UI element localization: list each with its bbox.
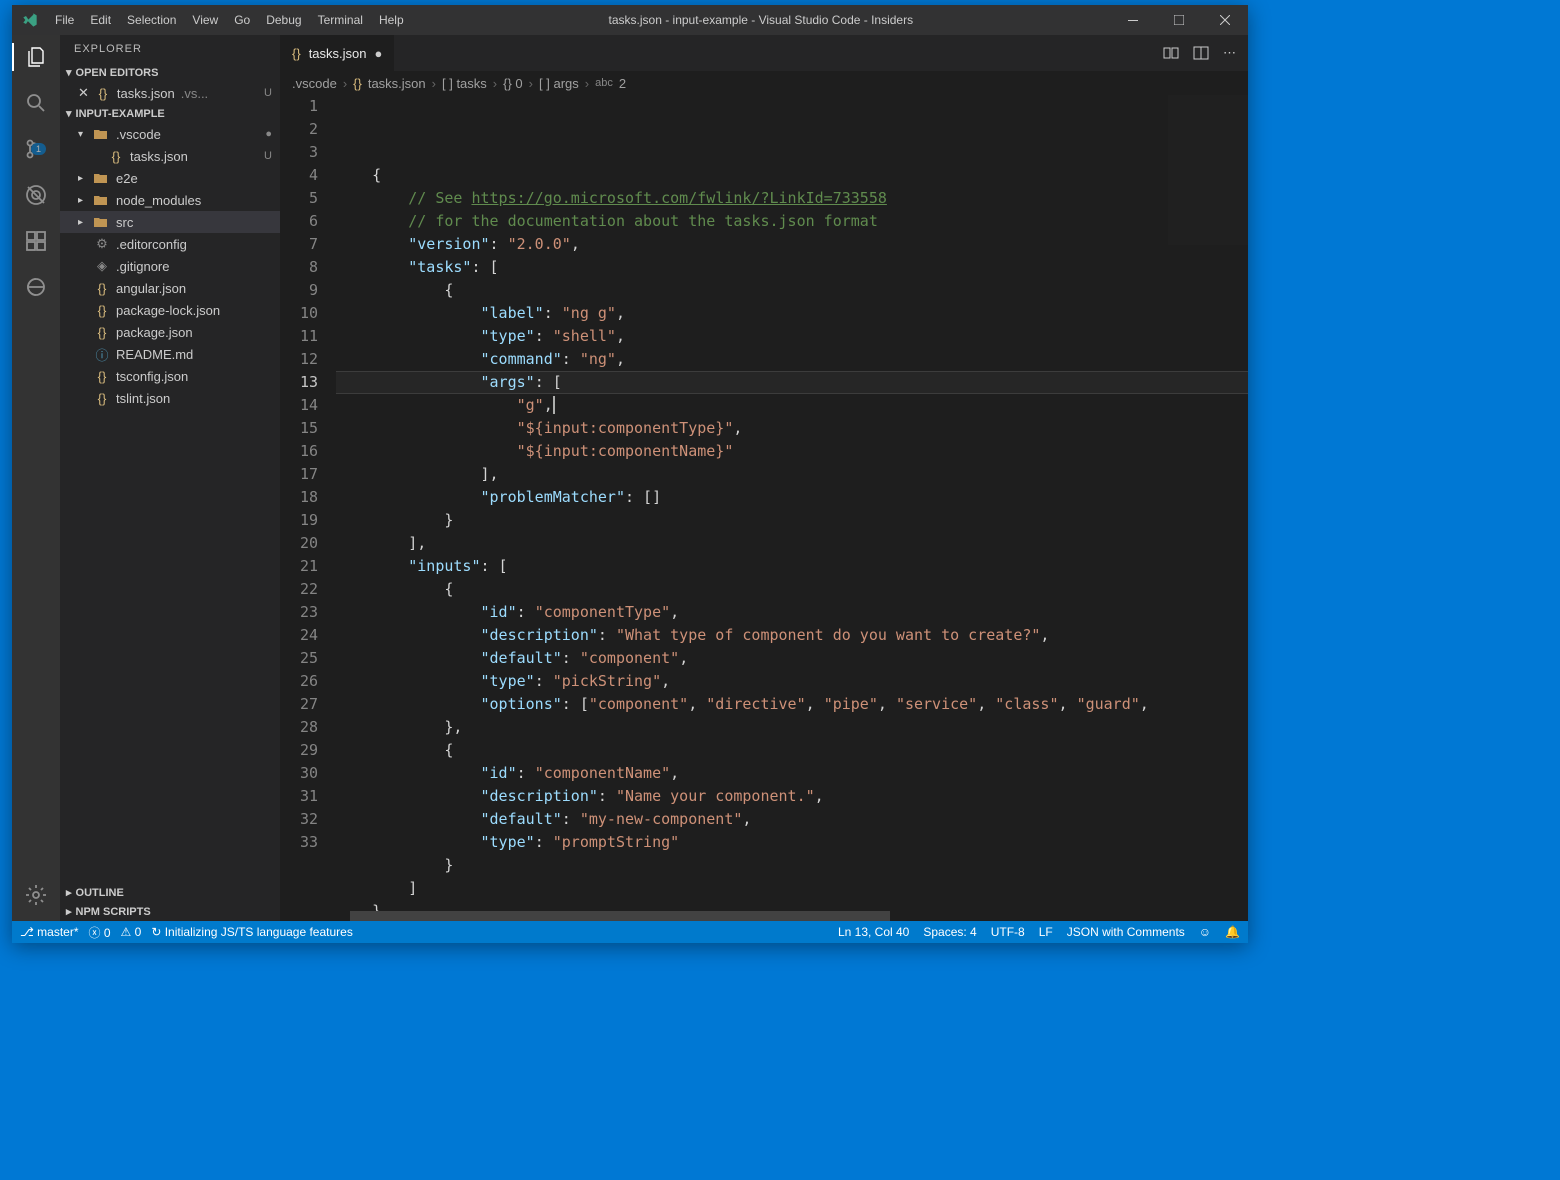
- scm-badge: 1: [31, 143, 46, 155]
- section-project[interactable]: ▾INPUT-EXAMPLE: [60, 104, 280, 123]
- section-npm[interactable]: ▸NPM SCRIPTS: [60, 902, 280, 921]
- tree-file[interactable]: {}tasks.jsonU: [60, 145, 280, 167]
- tree-folder[interactable]: ▸e2e: [60, 167, 280, 189]
- sidebar-title: EXPLORER: [60, 35, 280, 63]
- warning-count[interactable]: ⚠ 0: [121, 925, 142, 939]
- activitybar: 1: [12, 35, 60, 921]
- debug-icon[interactable]: [22, 181, 50, 209]
- tree-folder[interactable]: ▸src: [60, 211, 280, 233]
- menu-terminal[interactable]: Terminal: [310, 13, 371, 27]
- tree-file[interactable]: {}tsconfig.json: [60, 365, 280, 387]
- scrollbar-horizontal[interactable]: [280, 911, 1248, 921]
- titlebar: File Edit Selection View Go Debug Termin…: [12, 5, 1248, 35]
- minimize-button[interactable]: [1110, 5, 1156, 35]
- window-controls: [1110, 5, 1248, 35]
- tab-tasks-json[interactable]: {} tasks.json ●: [280, 35, 394, 71]
- tree-file[interactable]: {}package.json: [60, 321, 280, 343]
- close-icon[interactable]: ✕: [78, 85, 89, 101]
- gutter: 1234567891011121314151617181920212223242…: [280, 95, 336, 911]
- settings-gear-icon[interactable]: [22, 881, 50, 909]
- language-mode[interactable]: JSON with Comments: [1067, 925, 1185, 939]
- compare-icon[interactable]: [1163, 45, 1179, 61]
- docker-icon[interactable]: [22, 273, 50, 301]
- tab-actions: ⋯: [1163, 35, 1248, 71]
- explorer-icon[interactable]: [22, 43, 50, 71]
- vscode-window: File Edit Selection View Go Debug Termin…: [12, 5, 1248, 943]
- more-icon[interactable]: ⋯: [1223, 45, 1236, 61]
- breadcrumb[interactable]: .vscode› {}tasks.json› [ ] tasks› {} 0› …: [280, 71, 1248, 95]
- extensions-icon[interactable]: [22, 227, 50, 255]
- tree-file[interactable]: {}tslint.json: [60, 387, 280, 409]
- statusbar: ⎇ master* ⓧ 0 ⚠ 0 ↻ Initializing JS/TS l…: [12, 921, 1248, 943]
- menubar: File Edit Selection View Go Debug Termin…: [47, 13, 412, 27]
- menu-help[interactable]: Help: [371, 13, 412, 27]
- tree-file[interactable]: ⓘREADME.md: [60, 343, 280, 365]
- json-icon: {}: [292, 46, 301, 61]
- encoding[interactable]: UTF-8: [991, 925, 1025, 939]
- tree-file[interactable]: ⚙.editorconfig: [60, 233, 280, 255]
- eol[interactable]: LF: [1039, 925, 1053, 939]
- error-count[interactable]: ⓧ 0: [89, 924, 111, 941]
- search-icon[interactable]: [22, 89, 50, 117]
- menu-debug[interactable]: Debug: [258, 13, 309, 27]
- cursor-position[interactable]: Ln 13, Col 40: [838, 925, 909, 939]
- main: 1 EXPLORER ▾OPEN EDITORS ✕ {} tasks.json: [12, 35, 1248, 921]
- menu-selection[interactable]: Selection: [119, 13, 184, 27]
- vscode-logo-icon: [12, 12, 47, 28]
- section-open-editors[interactable]: ▾OPEN EDITORS: [60, 63, 280, 82]
- scrollbar-thumb[interactable]: [350, 911, 890, 921]
- maximize-button[interactable]: [1156, 5, 1202, 35]
- menu-file[interactable]: File: [47, 13, 82, 27]
- tree-file[interactable]: ◈.gitignore: [60, 255, 280, 277]
- branch-indicator[interactable]: ⎇ master*: [20, 925, 79, 939]
- sidebar: EXPLORER ▾OPEN EDITORS ✕ {} tasks.json .…: [60, 35, 280, 921]
- window-title: tasks.json - input-example - Visual Stud…: [412, 13, 1110, 27]
- menu-view[interactable]: View: [184, 13, 226, 27]
- menu-go[interactable]: Go: [226, 13, 258, 27]
- tab-bar: {} tasks.json ● ⋯: [280, 35, 1248, 71]
- open-editor-item[interactable]: ✕ {} tasks.json .vs... U: [60, 82, 280, 104]
- editor-pane: {} tasks.json ● ⋯ .vscode› {}tasks.json›…: [280, 35, 1248, 921]
- tree-folder[interactable]: ▸node_modules: [60, 189, 280, 211]
- file-tree: ▾.vscode●{}tasks.jsonU▸e2e▸node_modules▸…: [60, 123, 280, 883]
- feedback-icon[interactable]: ☺: [1199, 925, 1211, 939]
- code-editor[interactable]: 1234567891011121314151617181920212223242…: [280, 95, 1248, 911]
- tree-file[interactable]: {}angular.json: [60, 277, 280, 299]
- tree-folder[interactable]: ▾.vscode●: [60, 123, 280, 145]
- scm-icon[interactable]: 1: [22, 135, 50, 163]
- close-button[interactable]: [1202, 5, 1248, 35]
- menu-edit[interactable]: Edit: [82, 13, 119, 27]
- split-icon[interactable]: [1193, 45, 1209, 61]
- status-message: ↻ Initializing JS/TS language features: [151, 925, 353, 939]
- code-lines[interactable]: { // See https://go.microsoft.com/fwlink…: [336, 95, 1248, 911]
- indent[interactable]: Spaces: 4: [923, 925, 976, 939]
- bell-icon[interactable]: 🔔: [1225, 925, 1240, 939]
- tree-file[interactable]: {}package-lock.json: [60, 299, 280, 321]
- minimap[interactable]: [1168, 95, 1248, 245]
- section-outline[interactable]: ▸OUTLINE: [60, 883, 280, 902]
- tab-close-icon[interactable]: ●: [375, 46, 383, 61]
